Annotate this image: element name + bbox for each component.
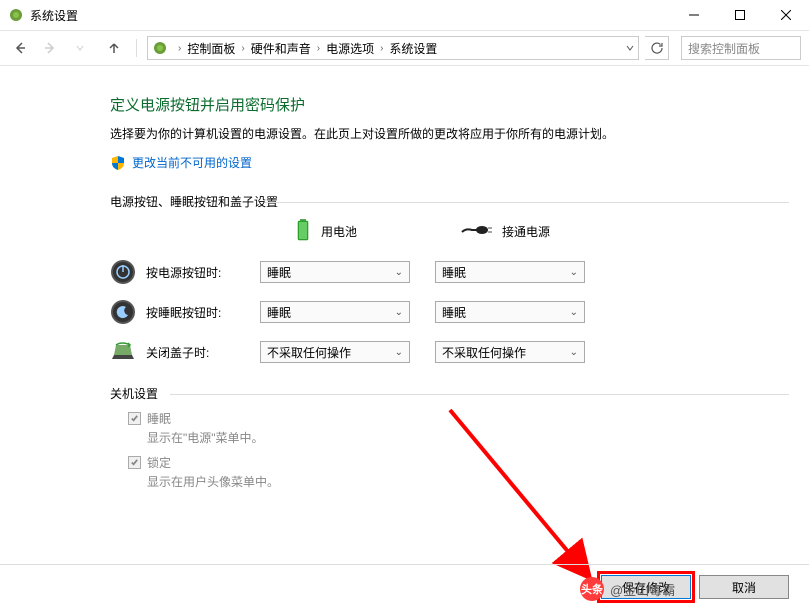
shutdown-section: 关机设置 睡眠 显示在"电源"菜单中。 锁定 显示在用户头像菜单中。 bbox=[110, 385, 759, 490]
row-label: 按睡眠按钮时: bbox=[146, 304, 221, 321]
lock-checkbox-item: 锁定 显示在用户头像菜单中。 bbox=[128, 454, 759, 490]
change-unavailable-link[interactable]: 更改当前不可用的设置 bbox=[132, 154, 252, 171]
lock-checkbox[interactable] bbox=[128, 456, 141, 469]
sleep-checkbox-item: 睡眠 显示在"电源"菜单中。 bbox=[128, 410, 759, 446]
minimize-button[interactable] bbox=[671, 0, 717, 30]
sleep-button-battery-select[interactable]: 睡眠⌄ bbox=[260, 301, 410, 323]
titlebar: 系统设置 bbox=[0, 0, 809, 30]
content-area: 定义电源按钮并启用密码保护 选择要为你的计算机设置的电源设置。在此页上对设置所做… bbox=[0, 66, 809, 490]
column-headers: 用电池 接通电源 bbox=[110, 218, 759, 245]
nav-forward-button[interactable] bbox=[38, 36, 62, 60]
nav-recent-dropdown[interactable] bbox=[68, 36, 92, 60]
navbar: › 控制面板 › 硬件和声音 › 电源选项 › 系统设置 搜索控制面板 bbox=[0, 30, 809, 66]
lid-ac-select[interactable]: 不采取任何操作⌄ bbox=[435, 341, 585, 363]
row-label: 按电源按钮时: bbox=[146, 264, 221, 281]
chevron-right-icon: › bbox=[241, 43, 244, 54]
close-button[interactable] bbox=[763, 0, 809, 30]
window-controls bbox=[671, 0, 809, 30]
nav-up-button[interactable] bbox=[102, 36, 126, 60]
power-button-icon bbox=[110, 259, 136, 285]
chevron-down-icon[interactable] bbox=[626, 44, 634, 52]
battery-icon bbox=[295, 218, 311, 245]
checkbox-desc: 显示在"电源"菜单中。 bbox=[147, 429, 759, 446]
app-icon bbox=[8, 7, 24, 23]
power-button-battery-select[interactable]: 睡眠⌄ bbox=[260, 261, 410, 283]
footer-separator bbox=[0, 564, 809, 565]
lid-close-row: 关闭盖子时: 不采取任何操作⌄ 不采取任何操作⌄ bbox=[110, 339, 759, 365]
nav-back-button[interactable] bbox=[8, 36, 32, 60]
watermark-icon: 头条 bbox=[580, 577, 604, 601]
page-heading: 定义电源按钮并启用密码保护 bbox=[110, 94, 759, 115]
laptop-lid-icon bbox=[110, 339, 136, 365]
watermark-text: @金山毒霸 bbox=[610, 580, 675, 599]
nav-separator bbox=[136, 39, 137, 57]
change-unavailable-row: 更改当前不可用的设置 bbox=[110, 154, 759, 171]
sleep-button-icon bbox=[110, 299, 136, 325]
maximize-button[interactable] bbox=[717, 0, 763, 30]
checkbox-label: 锁定 bbox=[147, 454, 171, 471]
sleep-button-ac-select[interactable]: 睡眠⌄ bbox=[435, 301, 585, 323]
chevron-right-icon: › bbox=[178, 43, 181, 54]
cancel-button[interactable]: 取消 bbox=[699, 575, 789, 599]
chevron-down-icon: ⌄ bbox=[395, 347, 403, 358]
lid-battery-select[interactable]: 不采取任何操作⌄ bbox=[260, 341, 410, 363]
buttons-section-title: 电源按钮、睡眠按钮和盖子设置 bbox=[110, 193, 759, 210]
chevron-down-icon: ⌄ bbox=[570, 347, 578, 358]
breadcrumb-item[interactable]: 系统设置 bbox=[389, 40, 437, 57]
chevron-down-icon: ⌄ bbox=[570, 267, 578, 278]
battery-column-header: 用电池 bbox=[260, 218, 435, 245]
watermark: 头条 @金山毒霸 bbox=[580, 577, 675, 601]
chevron-down-icon: ⌄ bbox=[395, 307, 403, 318]
chevron-right-icon: › bbox=[317, 43, 320, 54]
sleep-checkbox[interactable] bbox=[128, 412, 141, 425]
shield-icon bbox=[110, 155, 126, 171]
chevron-right-icon: › bbox=[380, 43, 383, 54]
search-input[interactable]: 搜索控制面板 bbox=[681, 36, 801, 60]
sleep-button-row: 按睡眠按钮时: 睡眠⌄ 睡眠⌄ bbox=[110, 299, 759, 325]
power-button-row: 按电源按钮时: 睡眠⌄ 睡眠⌄ bbox=[110, 259, 759, 285]
breadcrumb-item[interactable]: 电源选项 bbox=[326, 40, 374, 57]
breadcrumb-item[interactable]: 控制面板 bbox=[187, 40, 235, 57]
power-button-ac-select[interactable]: 睡眠⌄ bbox=[435, 261, 585, 283]
checkbox-label: 睡眠 bbox=[147, 410, 171, 427]
row-label: 关闭盖子时: bbox=[146, 344, 209, 361]
chevron-down-icon: ⌄ bbox=[570, 307, 578, 318]
chevron-down-icon: ⌄ bbox=[395, 267, 403, 278]
breadcrumb-item[interactable]: 硬件和声音 bbox=[251, 40, 311, 57]
plug-icon bbox=[460, 222, 492, 241]
page-subheading: 选择要为你的计算机设置的电源设置。在此页上对设置所做的更改将应用于你所有的电源计… bbox=[110, 125, 759, 142]
ac-column-header: 接通电源 bbox=[435, 218, 610, 245]
checkbox-desc: 显示在用户头像菜单中。 bbox=[147, 473, 759, 490]
window-title: 系统设置 bbox=[30, 7, 78, 24]
refresh-button[interactable] bbox=[645, 36, 669, 60]
shutdown-section-title: 关机设置 bbox=[110, 385, 759, 402]
breadcrumb[interactable]: › 控制面板 › 硬件和声音 › 电源选项 › 系统设置 bbox=[147, 36, 639, 60]
breadcrumb-icon bbox=[152, 40, 168, 56]
